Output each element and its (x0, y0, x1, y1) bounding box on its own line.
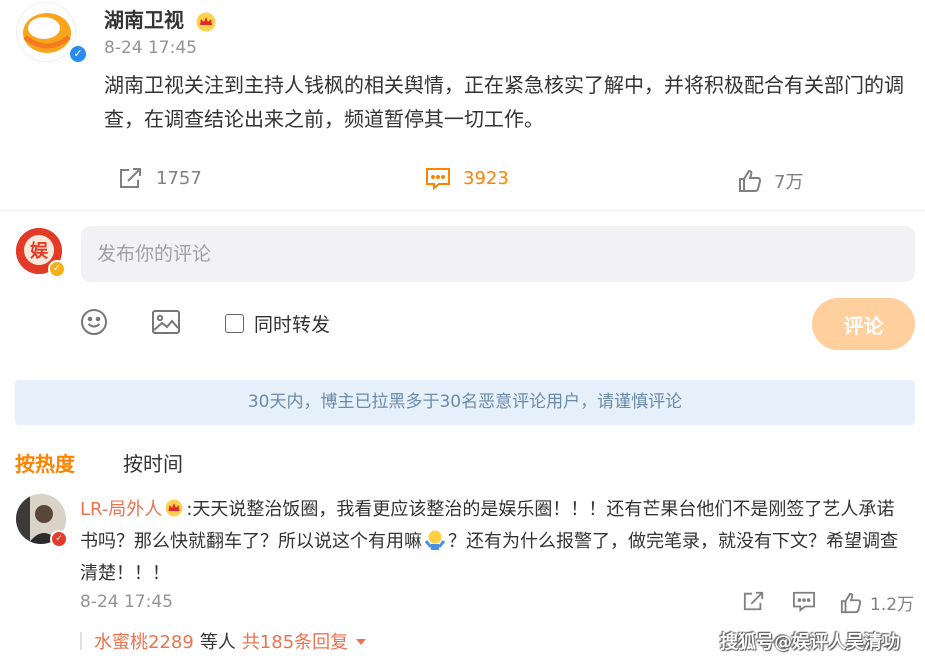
share-icon (120, 168, 141, 188)
crown-icon (164, 496, 184, 517)
replies-count[interactable]: 共185条回复 (242, 628, 348, 654)
tab-sort-by-time[interactable]: 按时间 (123, 448, 183, 477)
tab-sort-by-hot[interactable]: 按热度 (15, 448, 75, 477)
comment-text: LR-局外人:天天说整治饭圈，我看更应该整治的是娱乐圈！！！还有芒果台他们不是刚… (80, 494, 906, 590)
author-avatar[interactable]: ✓ (16, 2, 88, 64)
replies-user[interactable]: 水蜜桃2289 (94, 628, 194, 654)
commenter-avatar[interactable]: ✓ (16, 494, 68, 548)
comment-icon (426, 168, 450, 190)
crown-icon (195, 12, 217, 32)
svg-text:娱: 娱 (30, 240, 49, 262)
share-count: 1757 (156, 167, 202, 189)
comment-time: 8-24 17:45 (80, 592, 173, 612)
replies-summary[interactable]: 水蜜桃2289 等人 共185条回复 (80, 628, 367, 654)
post-author[interactable]: 湖南卫视 (104, 4, 217, 33)
share-icon (743, 591, 764, 611)
mango-logo-icon (16, 2, 76, 62)
like-button[interactable]: 7万 (738, 168, 803, 194)
comment-like-count: 1.2万 (870, 595, 915, 615)
image-button[interactable] (151, 308, 181, 340)
thumbs-up-icon (739, 169, 762, 192)
my-avatar[interactable]: 娱 ✓ (16, 228, 66, 280)
comment-button[interactable]: 3923 (425, 166, 509, 190)
verified-badge-icon: ✓ (68, 44, 88, 64)
emoji-icon (81, 309, 107, 335)
watermark: 搜狐号@娱评人吴清功 (720, 632, 900, 653)
comment-share-button[interactable] (742, 590, 766, 612)
checkbox-box[interactable] (225, 314, 244, 333)
share-button[interactable]: 1757 (118, 166, 202, 190)
section-divider (0, 210, 925, 211)
replies-bar (80, 632, 82, 650)
shrug-emoji-icon (424, 529, 446, 551)
comment-icon (793, 591, 815, 612)
image-icon (152, 310, 180, 334)
replies-word: 等人 (199, 632, 236, 653)
comment-username[interactable]: LR-局外人 (80, 499, 162, 520)
blacklist-notice: 30天内，博主已拉黑多于30名恶意评论用户，请谨慎评论 (15, 380, 915, 425)
repost-label: 同时转发 (254, 314, 331, 336)
vip-badge-icon: ✓ (50, 530, 68, 548)
comment-like-button[interactable]: 1.2万 (840, 590, 914, 615)
vip-badge-icon: ✓ (48, 260, 66, 278)
repost-checkbox[interactable]: 同时转发 (225, 310, 330, 337)
comment-input[interactable] (81, 226, 915, 282)
like-count: 7万 (774, 172, 804, 193)
author-name[interactable]: 湖南卫视 (104, 8, 184, 32)
caret-down-icon[interactable] (356, 639, 367, 645)
post-body: 湖南卫视关注到主持人钱枫的相关舆情，正在紧急核实了解中，并将积极配合有关部门的调… (104, 73, 904, 131)
submit-comment-button[interactable]: 评论 (812, 298, 915, 350)
comment-count: 3923 (463, 167, 509, 189)
post-time: 8-24 17:45 (104, 38, 197, 58)
emoji-button[interactable] (80, 308, 108, 340)
thumbs-up-icon (840, 592, 862, 613)
comment-reply-button[interactable] (792, 590, 816, 612)
